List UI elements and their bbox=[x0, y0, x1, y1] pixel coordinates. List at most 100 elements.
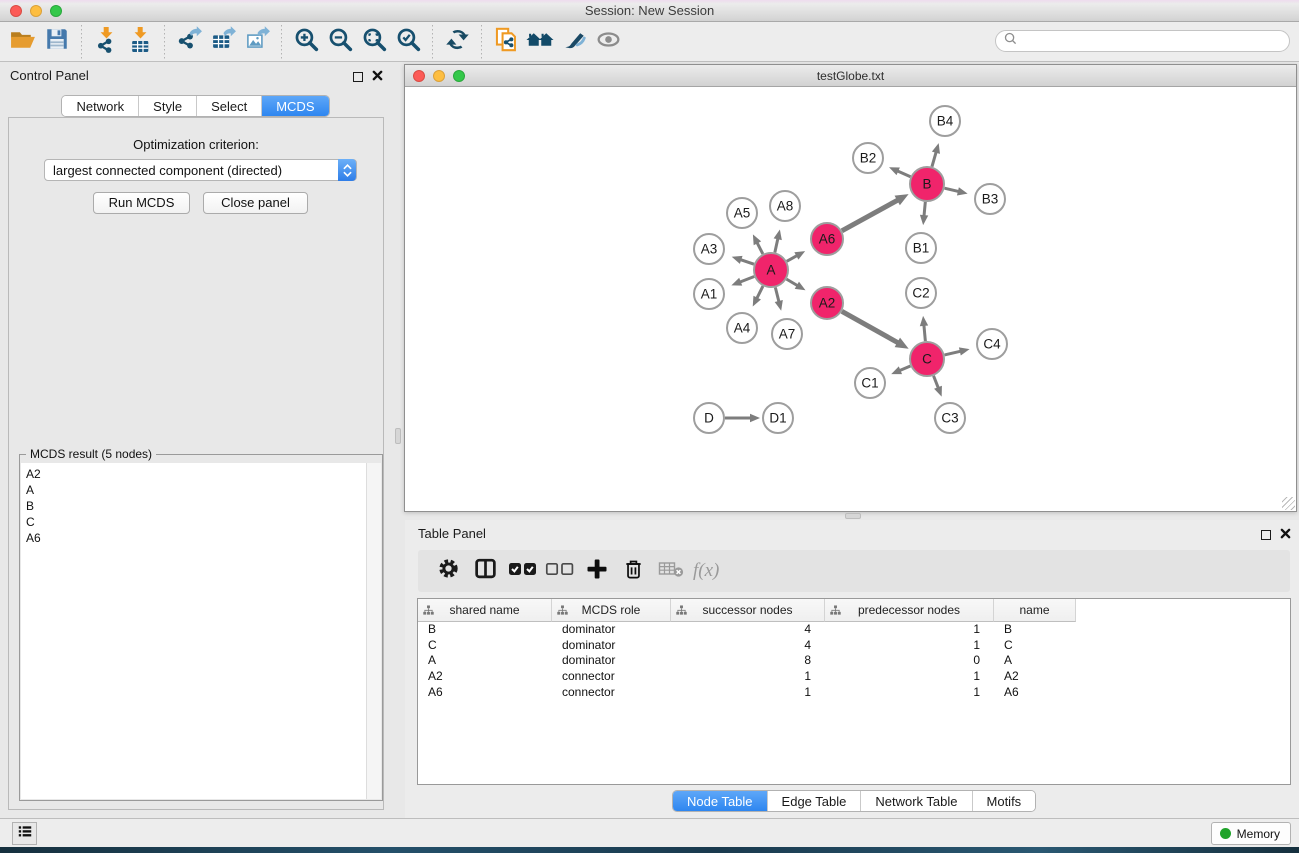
result-list-item[interactable]: A6 bbox=[26, 530, 366, 546]
horizontal-splitter-handle[interactable] bbox=[845, 513, 861, 519]
graphics-details-button[interactable] bbox=[557, 25, 591, 59]
network-node-A6[interactable]: A6 bbox=[811, 223, 843, 255]
network-node-B[interactable]: B bbox=[910, 167, 944, 201]
tab-select[interactable]: Select bbox=[197, 96, 262, 116]
edge-A-A7[interactable] bbox=[775, 287, 779, 302]
import-network-button[interactable] bbox=[89, 25, 123, 59]
tab-network[interactable]: Network bbox=[62, 96, 139, 116]
cell-successor-nodes[interactable]: 8 bbox=[671, 653, 825, 669]
network-window-titlebar[interactable]: testGlobe.txt bbox=[405, 65, 1296, 87]
criterion-dropdown[interactable]: largest connected component (directed) bbox=[44, 159, 357, 181]
table-row[interactable]: A2connector11A2 bbox=[418, 669, 1290, 685]
network-node-B2[interactable]: B2 bbox=[853, 143, 883, 173]
table-row[interactable]: Adominator80A bbox=[418, 653, 1290, 669]
cell-successor-nodes[interactable]: 4 bbox=[671, 638, 825, 654]
node-table[interactable]: shared nameMCDS rolesuccessor nodesprede… bbox=[417, 598, 1291, 785]
network-node-B1[interactable]: B1 bbox=[906, 233, 936, 263]
network-node-D1[interactable]: D1 bbox=[763, 403, 793, 433]
export-table-button[interactable] bbox=[206, 25, 240, 59]
select-all-checkboxes-button[interactable] bbox=[504, 554, 541, 588]
cell-predecessor-nodes[interactable]: 1 bbox=[825, 669, 994, 685]
network-node-A1[interactable]: A1 bbox=[694, 279, 724, 309]
network-node-A7[interactable]: A7 bbox=[772, 319, 802, 349]
cell-successor-nodes[interactable]: 1 bbox=[671, 669, 825, 685]
tab-network-table[interactable]: Network Table bbox=[861, 791, 972, 811]
zoom-fit-button[interactable] bbox=[357, 25, 391, 59]
import-table-button[interactable] bbox=[123, 25, 157, 59]
column-header-MCDS-role[interactable]: MCDS role bbox=[552, 599, 671, 622]
export-network-button[interactable] bbox=[172, 25, 206, 59]
delete-table-button[interactable] bbox=[652, 554, 689, 588]
show-hide-eye-button[interactable] bbox=[591, 25, 625, 59]
close-panel-icon[interactable] bbox=[372, 68, 383, 86]
tab-mcds[interactable]: MCDS bbox=[262, 96, 328, 116]
edge-C-C4[interactable] bbox=[945, 351, 961, 355]
cell-MCDS-role[interactable]: connector bbox=[552, 685, 671, 701]
deselect-all-checkboxes-button[interactable] bbox=[541, 554, 578, 588]
edge-A-A4[interactable] bbox=[757, 286, 763, 298]
open-session-button[interactable] bbox=[6, 25, 40, 59]
edge-A-A1[interactable] bbox=[740, 276, 754, 282]
network-node-B3[interactable]: B3 bbox=[975, 184, 1005, 214]
edge-A-A2[interactable] bbox=[787, 279, 798, 286]
network-node-A8[interactable]: A8 bbox=[770, 191, 800, 221]
cell-shared-name[interactable]: A2 bbox=[418, 669, 552, 685]
cell-name[interactable]: C bbox=[994, 638, 1076, 654]
cell-successor-nodes[interactable]: 4 bbox=[671, 622, 825, 638]
cell-name[interactable]: A2 bbox=[994, 669, 1076, 685]
settings-gear-button[interactable] bbox=[430, 554, 467, 588]
float-panel-icon[interactable] bbox=[353, 72, 363, 82]
network-node-C2[interactable]: C2 bbox=[906, 278, 936, 308]
vertical-splitter-handle[interactable] bbox=[395, 428, 401, 444]
cell-shared-name[interactable]: C bbox=[418, 638, 552, 654]
search-input[interactable] bbox=[1022, 34, 1289, 48]
network-node-C1[interactable]: C1 bbox=[855, 368, 885, 398]
save-session-button[interactable] bbox=[40, 25, 74, 59]
network-node-C[interactable]: C bbox=[910, 342, 944, 376]
add-column-button[interactable] bbox=[578, 554, 615, 588]
edge-B-B4[interactable] bbox=[932, 152, 936, 167]
cell-shared-name[interactable]: B bbox=[418, 622, 552, 638]
edge-C-C1[interactable] bbox=[899, 366, 910, 371]
cell-name[interactable]: A6 bbox=[994, 685, 1076, 701]
network-node-A2[interactable]: A2 bbox=[811, 287, 843, 319]
result-list-item[interactable]: C bbox=[26, 514, 366, 530]
refresh-layout-button[interactable] bbox=[440, 25, 474, 59]
result-list-scrollbar[interactable] bbox=[366, 463, 381, 799]
network-node-C4[interactable]: C4 bbox=[977, 329, 1007, 359]
network-node-A5[interactable]: A5 bbox=[727, 198, 757, 228]
network-node-A[interactable]: A bbox=[754, 253, 788, 287]
cell-MCDS-role[interactable]: dominator bbox=[552, 653, 671, 669]
result-list-item[interactable]: B bbox=[26, 498, 366, 514]
edge-A2-C[interactable] bbox=[842, 311, 898, 343]
edge-A-A5[interactable] bbox=[757, 242, 763, 254]
cell-MCDS-role[interactable]: connector bbox=[552, 669, 671, 685]
zoom-selected-button[interactable] bbox=[391, 25, 425, 59]
home-layout-button[interactable] bbox=[523, 25, 557, 59]
zoom-in-button[interactable] bbox=[289, 25, 323, 59]
edge-A6-B[interactable] bbox=[842, 200, 898, 231]
window-resize-grip[interactable] bbox=[1282, 497, 1295, 510]
result-list-item[interactable]: A2 bbox=[26, 466, 366, 482]
tab-node-table[interactable]: Node Table bbox=[673, 791, 768, 811]
edge-A-A8[interactable] bbox=[775, 238, 778, 252]
table-float-panel-icon[interactable] bbox=[1261, 530, 1271, 540]
edge-C-C3[interactable] bbox=[934, 376, 939, 388]
cell-predecessor-nodes[interactable]: 0 bbox=[825, 653, 994, 669]
cell-predecessor-nodes[interactable]: 1 bbox=[825, 622, 994, 638]
clone-network-button[interactable] bbox=[489, 25, 523, 59]
zoom-out-button[interactable] bbox=[323, 25, 357, 59]
cell-MCDS-role[interactable]: dominator bbox=[552, 638, 671, 654]
network-canvas[interactable]: AA1A2A3A4A5A6A7A8BB1B2B3B4CC1C2C3C4DD1 bbox=[405, 87, 1296, 511]
network-node-A3[interactable]: A3 bbox=[694, 234, 724, 264]
column-layout-button[interactable] bbox=[467, 554, 504, 588]
cell-successor-nodes[interactable]: 1 bbox=[671, 685, 825, 701]
edge-A-A3[interactable] bbox=[740, 260, 754, 265]
edge-C-C2[interactable] bbox=[924, 325, 925, 341]
mcds-result-list[interactable]: A2ABCA6 bbox=[21, 463, 366, 799]
cell-MCDS-role[interactable]: dominator bbox=[552, 622, 671, 638]
column-header-predecessor-nodes[interactable]: predecessor nodes bbox=[825, 599, 994, 622]
edge-B-B2[interactable] bbox=[897, 171, 910, 177]
cell-name[interactable]: B bbox=[994, 622, 1076, 638]
search-field[interactable] bbox=[995, 30, 1290, 52]
